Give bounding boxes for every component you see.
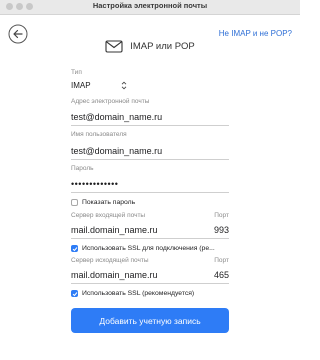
outgoing-port-input[interactable]: 465 xyxy=(214,270,229,280)
window-title: Настройка электронной почты xyxy=(92,1,208,10)
incoming-ssl-checkbox[interactable]: Использовать SSL для подключения (ре... xyxy=(71,245,229,252)
outgoing-ssl-label: Использовать SSL (рекомендуется) xyxy=(82,290,195,297)
outgoing-server-label: Сервер исходящей почты xyxy=(71,257,149,264)
add-account-button[interactable]: Добавить учетную запись xyxy=(71,308,229,333)
outgoing-port-label: Порт xyxy=(214,257,229,264)
password-input[interactable]: ••••••••••••• xyxy=(71,179,229,189)
incoming-server-label: Сервер входящей почты xyxy=(71,212,146,219)
email-label: Адрес электронной почты xyxy=(71,98,150,105)
incoming-server-input[interactable]: mail.domain_name.ru xyxy=(71,225,191,235)
password-underline xyxy=(71,192,229,193)
incoming-port-input[interactable]: 993 xyxy=(214,225,229,235)
type-select[interactable]: IMAP xyxy=(71,79,127,91)
checkmark-icon xyxy=(72,246,77,251)
username-underline xyxy=(71,159,229,160)
show-password-label: Показать пароль xyxy=(82,199,136,206)
page-header: IMAP или POP xyxy=(0,40,300,53)
page-title: IMAP или POP xyxy=(130,41,195,52)
outgoing-ssl-checkbox[interactable]: Использовать SSL (рекомендуется) xyxy=(71,290,229,297)
username-input[interactable]: test@domain_name.ru xyxy=(71,146,229,156)
checkmark-icon xyxy=(72,291,77,296)
checkbox-checked-icon xyxy=(71,245,78,252)
type-label: Тип xyxy=(71,69,82,76)
checkbox-checked-icon xyxy=(71,290,78,297)
not-imap-pop-link[interactable]: Не IMAP и не POP? xyxy=(219,29,292,38)
chevron-updown-icon xyxy=(121,81,127,89)
checkbox-unchecked-icon xyxy=(71,199,78,206)
incoming-port-label: Порт xyxy=(214,212,229,219)
outgoing-underline xyxy=(71,283,229,284)
incoming-underline xyxy=(71,238,229,239)
password-label: Пароль xyxy=(71,165,94,172)
email-underline xyxy=(71,125,229,126)
incoming-ssl-label: Использовать SSL для подключения (ре... xyxy=(82,245,215,252)
window-titlebar: Настройка электронной почты xyxy=(0,0,300,15)
outgoing-server-input[interactable]: mail.domain_name.ru xyxy=(71,270,191,280)
show-password-checkbox[interactable]: Показать пароль xyxy=(71,199,229,206)
envelope-icon xyxy=(105,40,123,53)
email-input[interactable]: test@domain_name.ru xyxy=(71,112,229,122)
username-label: Имя пользователя xyxy=(71,131,127,138)
type-select-value: IMAP xyxy=(71,80,91,90)
